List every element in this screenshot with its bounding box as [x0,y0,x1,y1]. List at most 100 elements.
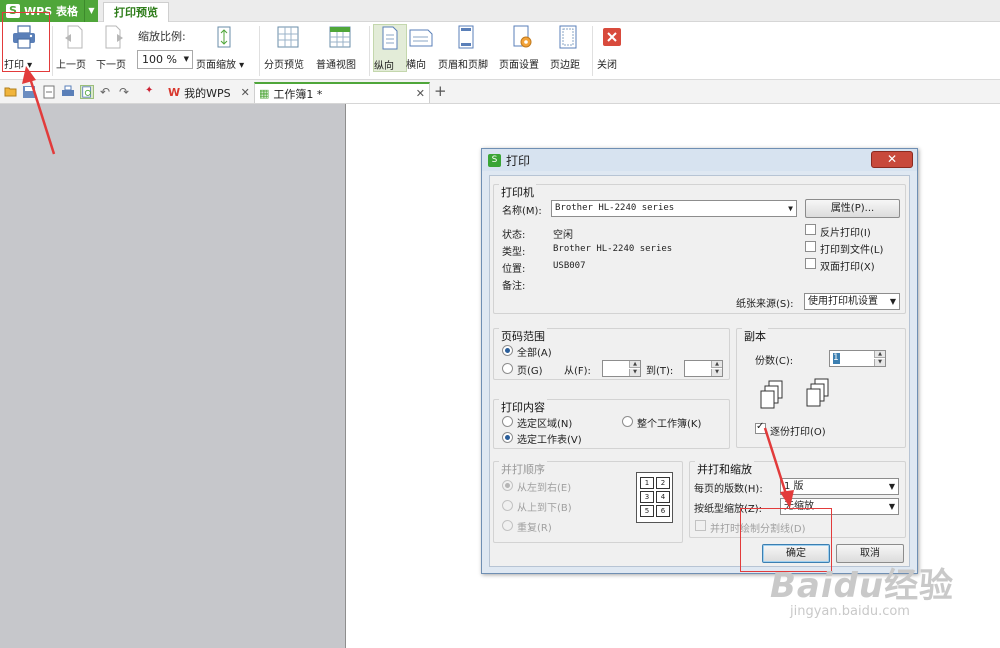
doc-tab-label: 我的WPS [184,86,231,100]
repeat-radio[interactable] [502,520,513,531]
page-setup-button[interactable]: 页面设置 [499,24,545,71]
stepper-down-icon[interactable]: ▼ [629,369,640,376]
watermark-brand: Baidu经验 [770,558,954,607]
tab-print-preview[interactable]: 打印预览 [103,2,169,23]
print-to-file-checkbox[interactable] [805,241,816,252]
close-tab-icon[interactable]: ✕ [416,87,425,100]
page-break-preview-button[interactable]: 分页预览 [264,24,312,71]
comment-label: 备注: [502,281,526,292]
reverse-print-label: 反片打印(I) [820,228,871,239]
paper-source-value: 使用打印机设置 [808,296,878,307]
new-tab-plus-icon[interactable]: + [434,82,447,100]
to-page-stepper[interactable]: ▲ ▼ [684,360,723,377]
status-value: 空闲 [553,230,573,241]
draw-borders-checkbox[interactable] [695,520,706,531]
spreadsheet-icon: ▦ [259,87,270,100]
margins-button[interactable]: 页边距 [550,24,586,71]
order-cell: 2 [656,477,670,489]
close-icon [603,28,621,46]
uncollated-pages-icon [806,378,829,407]
print-small-icon[interactable] [61,85,75,99]
order-cell: 6 [656,505,670,517]
save-icon[interactable] [22,85,36,99]
pages-per-sheet-select[interactable]: 1 版 ▼ [780,478,899,495]
normal-view-button[interactable]: 普通视图 [316,24,364,71]
annotation-box-print [2,12,50,72]
copies-count-stepper[interactable]: 1 ▲ ▼ [829,350,886,367]
landscape-label: 横向 [406,60,426,71]
from-page-stepper[interactable]: ▲ ▼ [602,360,641,377]
stepper-down-icon[interactable]: ▼ [711,369,722,376]
landscape-button[interactable]: 横向 [406,24,436,71]
left-to-right-radio[interactable] [502,480,513,491]
header-footer-button[interactable]: 页眉和页脚 [438,24,494,71]
doc-tab-workbook1[interactable]: ▦ 工作簿1 * ✕ [254,82,430,103]
page-range-group-title: 页码范围 [499,328,547,344]
print-preview-icon[interactable] [80,85,94,99]
print-dialog: S 打印 ✕ 打印机 名称(M): Brother HL-2240 series… [481,148,918,574]
to-label: 到(T): [646,366,674,377]
order-cell: 5 [640,505,654,517]
reverse-print-checkbox[interactable] [805,224,816,235]
close-preview-button[interactable]: 关闭 [597,24,627,71]
properties-button[interactable]: 属性(P)... [805,199,900,218]
top-to-bottom-radio[interactable] [502,500,513,511]
selection-radio[interactable] [502,416,513,427]
stepper-down-icon[interactable]: ▼ [874,359,885,366]
duplex-checkbox[interactable] [805,258,816,269]
chevron-down-icon: ▼ [788,204,793,213]
undo-icon[interactable]: ↶ [100,85,114,99]
dialog-close-button[interactable]: ✕ [871,151,913,168]
stepper-up-icon[interactable]: ▲ [711,361,722,368]
printer-name-label: 名称(M): [502,206,542,217]
watermark-url: jingyan.baidu.com [790,604,910,619]
page-zoom-button[interactable]: 页面缩放 ▾ [196,24,252,71]
pin-icon[interactable]: ✦ [145,85,159,99]
order-cell: 4 [656,491,670,503]
zoom-select[interactable]: 100 % ▼ [137,50,193,69]
stepper-up-icon[interactable]: ▲ [629,361,640,368]
watermark-brand-text: Baidu [770,566,885,606]
paper-source-select[interactable]: 使用打印机设置 ▼ [804,293,900,310]
print-order-group-title: 并打顺序 [499,461,547,477]
chevron-down-icon[interactable]: ▼ [84,0,98,22]
dialog-body: 打印机 名称(M): Brother HL-2240 series ▼ 属性(P… [489,175,910,567]
pages-per-sheet-label: 每页的版数(H): [694,484,763,495]
collated-pages-icon [760,380,783,409]
prev-page-button[interactable]: 上一页 [56,24,92,71]
separator [259,26,260,76]
left-to-right-label: 从左到右(E) [517,483,572,494]
header-footer-icon [458,25,474,49]
page-range-all-radio[interactable] [502,345,513,356]
wps-dialog-icon: S [488,153,501,167]
next-page-icon [105,25,123,49]
portrait-button[interactable]: 纵向 [373,24,407,72]
type-label: 类型: [502,247,526,258]
active-sheet-radio[interactable] [502,432,513,443]
whole-workbook-radio[interactable] [622,416,633,427]
printer-name-select[interactable]: Brother HL-2240 series ▼ [551,200,797,217]
print-content-group: 打印内容 选定区域(N) 整个工作簿(K) 选定工作表(V) [493,399,730,449]
collate-label: 逐份打印(O) [770,427,826,438]
next-page-button[interactable]: 下一页 [96,24,132,71]
open-folder-icon[interactable] [4,85,18,99]
export-icon[interactable] [42,85,56,99]
page-range-group: 页码范围 全部(A) 页(G) 从(F): ▲ ▼ 到(T): ▲ ▼ [493,328,730,380]
page-range-pages-radio[interactable] [502,363,513,374]
top-to-bottom-label: 从上到下(B) [517,503,572,514]
chevron-down-icon: ▼ [888,482,895,491]
chevron-down-icon: ▼ [888,502,895,511]
location-label: 位置: [502,264,526,275]
scaling-group-title: 并打和缩放 [695,461,754,477]
zoom-value: 100 % [142,53,177,66]
page-break-preview-label: 分页预览 [264,60,304,71]
portrait-page-icon [382,26,398,50]
stepper-up-icon[interactable]: ▲ [874,351,885,358]
ribbon-toolbar: 打印 ▾ 上一页 下一页 缩放比例: 100 % ▼ 页面缩放 ▾ 分页预览 普… [0,22,1000,80]
collate-checkbox[interactable] [755,421,766,434]
close-tab-icon[interactable]: ✕ [241,86,250,99]
print-content-group-title: 打印内容 [499,399,547,415]
normal-view-grid-icon [329,26,351,48]
doc-tab-my-wps[interactable]: W 我的WPS ✕ [164,82,252,103]
redo-icon[interactable]: ↷ [119,85,133,99]
